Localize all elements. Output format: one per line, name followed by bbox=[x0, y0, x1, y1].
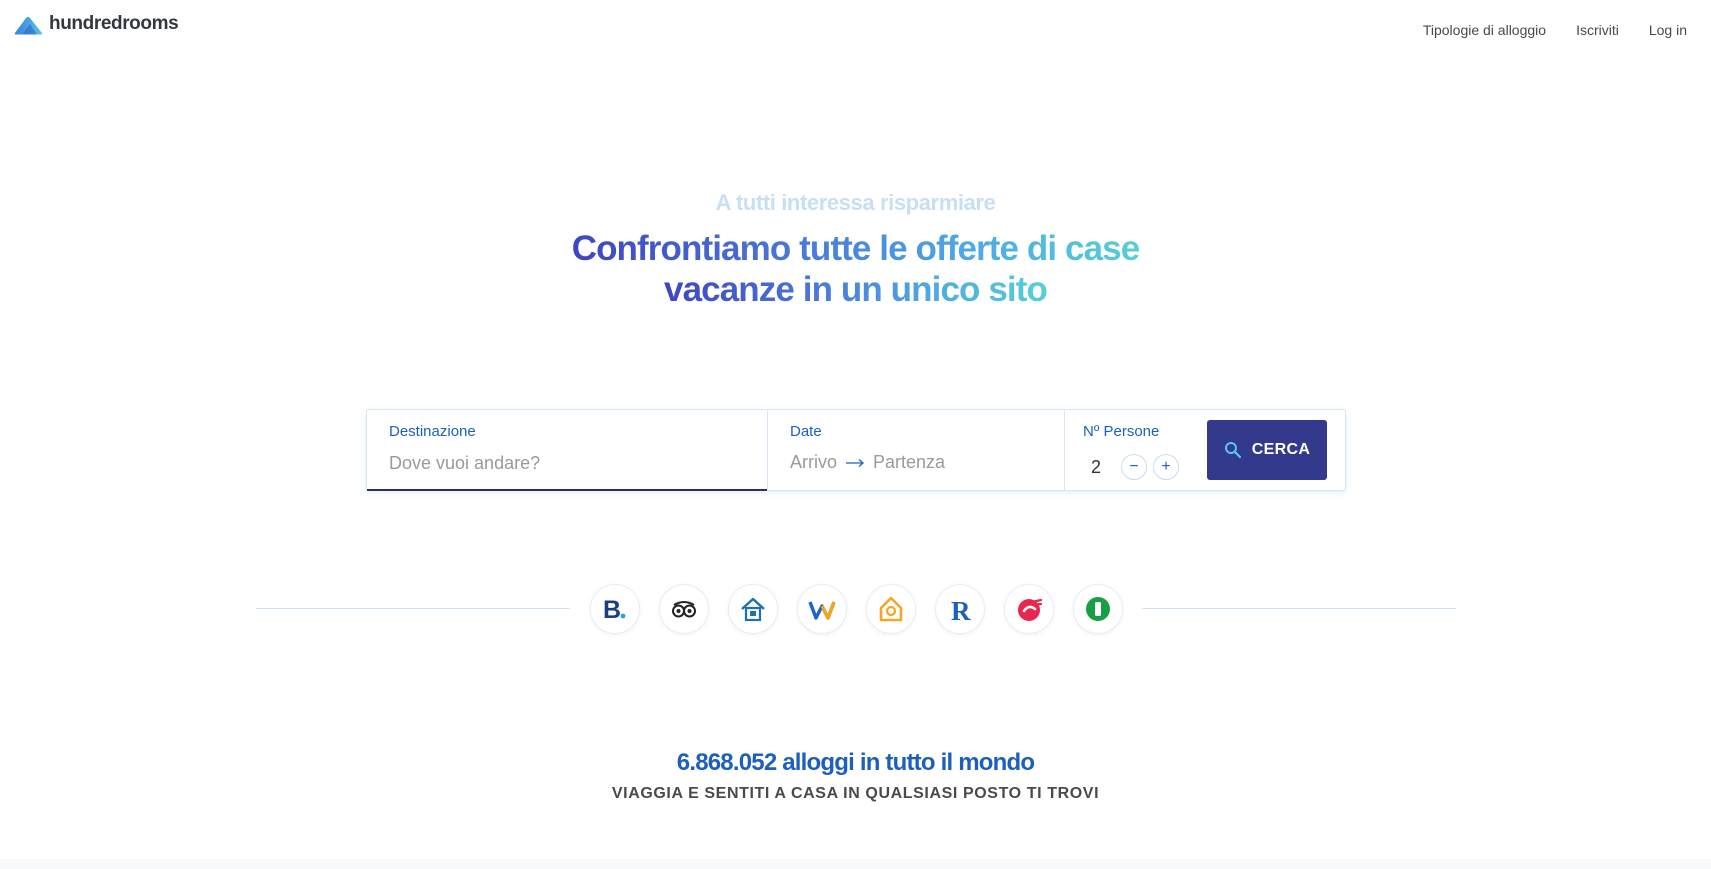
arrow-right-icon bbox=[846, 458, 865, 467]
svg-text:R: R bbox=[951, 596, 971, 624]
destination-label: Destinazione bbox=[389, 423, 476, 440]
holidu-logo-icon bbox=[1018, 598, 1043, 621]
persons-increment-button[interactable]: + bbox=[1153, 454, 1179, 480]
header: hundredrooms Tipologie di alloggio Iscri… bbox=[0, 0, 1711, 60]
partner-housetrip[interactable] bbox=[866, 584, 916, 634]
departure-date-input[interactable]: Partenza bbox=[873, 452, 945, 473]
top-nav: Tipologie di alloggio Iscriviti Log in bbox=[1423, 22, 1687, 38]
partner-rentalia[interactable]: R bbox=[935, 584, 985, 634]
partner-idealista[interactable] bbox=[1073, 584, 1123, 634]
persons-stepper: 2 − + bbox=[1091, 454, 1185, 480]
partner-homeaway[interactable] bbox=[728, 584, 778, 634]
nav-item-tipologie[interactable]: Tipologie di alloggio bbox=[1423, 22, 1546, 38]
booking-logo-icon: B bbox=[603, 596, 626, 624]
wimdu-logo-icon bbox=[808, 601, 836, 620]
tripadvisor-logo-icon bbox=[672, 601, 696, 618]
partner-booking[interactable]: B bbox=[590, 584, 640, 634]
nav-item-iscriviti[interactable]: Iscriviti bbox=[1576, 22, 1619, 38]
dates-label: Date bbox=[790, 423, 822, 440]
search-form: Destinazione Date Arrivo Partenza Nº Per… bbox=[366, 409, 1346, 491]
partner-tripadvisor[interactable] bbox=[659, 584, 709, 634]
hero-subtitle: A tutti interessa risparmiare bbox=[715, 190, 996, 215]
partner-logos: B R bbox=[590, 584, 1123, 634]
listing-count: 6.868.052 alloggi in tutto il mondo bbox=[676, 749, 1035, 776]
persons-label: Nº Persone bbox=[1083, 423, 1160, 440]
tagline: VIAGGIA E SENTITI A CASA IN QUALSIASI PO… bbox=[611, 785, 1100, 802]
hero-title: Confrontiamo tutte le offerte di case va… bbox=[0, 228, 1711, 310]
persons-decrement-button[interactable]: − bbox=[1121, 454, 1147, 480]
nav-item-login[interactable]: Log in bbox=[1649, 22, 1687, 38]
homeaway-logo-icon bbox=[741, 597, 765, 622]
divider-left bbox=[256, 608, 570, 609]
search-button-label: CERCA bbox=[1251, 441, 1311, 458]
arrival-date-input[interactable]: Arrivo bbox=[790, 452, 837, 473]
destination-field[interactable]: Destinazione bbox=[367, 410, 767, 491]
brand-logo[interactable]: hundredrooms bbox=[13, 13, 179, 35]
housetrip-logo-icon bbox=[879, 596, 903, 622]
search-button[interactable]: CERCA bbox=[1207, 420, 1327, 480]
idealista-logo-icon bbox=[1086, 597, 1110, 621]
brand-name: hundredrooms bbox=[49, 13, 179, 34]
search-icon bbox=[1224, 442, 1241, 459]
cloud-logo-icon bbox=[14, 16, 43, 34]
next-section-edge bbox=[0, 859, 1711, 869]
rentalia-logo-icon: R bbox=[951, 596, 971, 624]
partner-holidu[interactable] bbox=[1004, 584, 1054, 634]
destination-input[interactable] bbox=[389, 450, 749, 476]
svg-text:B: B bbox=[603, 596, 621, 624]
divider-right bbox=[1142, 608, 1456, 609]
hero-title-line-1: Confrontiamo tutte le offerte di case bbox=[571, 229, 1141, 268]
date-range: Arrivo Partenza bbox=[790, 452, 945, 473]
partner-wimdu[interactable] bbox=[797, 584, 847, 634]
hero-title-line-2: vacanze in un unico sito bbox=[664, 270, 1048, 309]
dates-field[interactable]: Date Arrivo Partenza bbox=[767, 410, 1064, 490]
persons-value: 2 bbox=[1091, 456, 1102, 477]
